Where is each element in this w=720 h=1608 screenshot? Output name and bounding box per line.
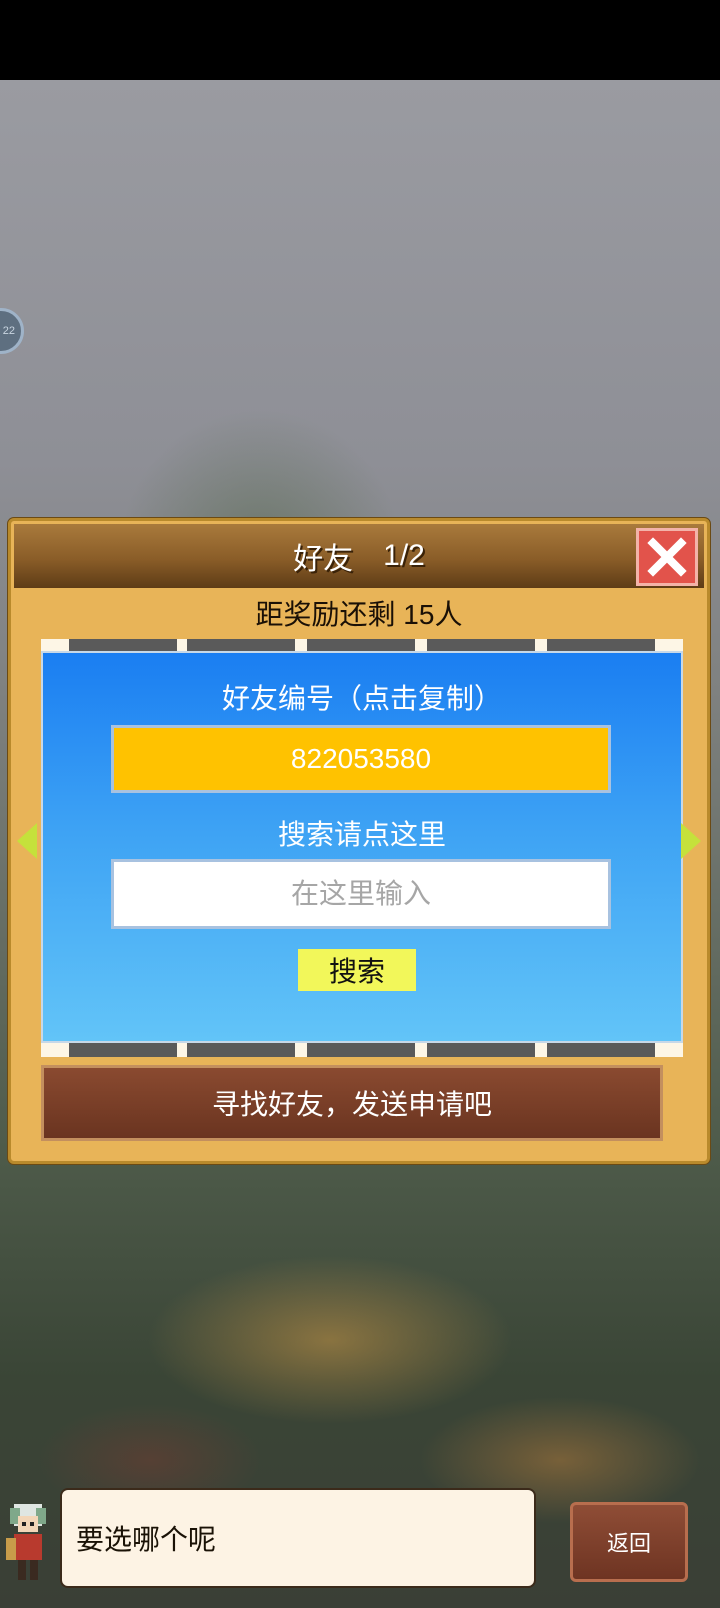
- search-label: 搜索请点这里: [277, 819, 446, 850]
- character-avatar-icon: [6, 1504, 46, 1580]
- back-button[interactable]: 返回: [570, 1502, 688, 1582]
- friend-id-label: 好友编号（点击复制）: [221, 683, 502, 714]
- arrow-right-icon[interactable]: [681, 823, 701, 859]
- friend-id-field[interactable]: 822053580: [111, 725, 611, 793]
- tab-slot: [69, 1043, 177, 1057]
- tab-slot: [187, 1043, 295, 1057]
- friend-search-box: 好友编号（点击复制） 822053580 搜索请点这里 搜索: [41, 651, 683, 1043]
- dialog-box: 要选哪个呢: [60, 1488, 536, 1588]
- close-button[interactable]: [636, 528, 698, 586]
- panel-title-bar: 好友 1/2: [14, 524, 704, 588]
- search-button[interactable]: 搜索: [298, 949, 416, 991]
- bottom-tab-strip: [41, 1043, 683, 1057]
- tab-slot: [427, 1043, 535, 1057]
- friends-panel: 好友 1/2 距奖励还剩 15人 好友编号（点击复制） 822053580 搜索…: [8, 518, 710, 1164]
- status-bar: [0, 0, 720, 80]
- side-indicator-value: 22: [2, 325, 15, 337]
- panel-title: 好友: [293, 543, 354, 576]
- search-input[interactable]: [111, 859, 611, 929]
- friend-id-value: 822053580: [290, 743, 432, 774]
- tab-slot: [547, 1043, 655, 1057]
- page-indicator: 1/2: [383, 539, 425, 572]
- dialog-message: 要选哪个呢: [76, 1524, 217, 1555]
- reward-progress-text: 距奖励还剩 15人: [255, 599, 463, 630]
- tab-slot: [307, 1043, 415, 1057]
- arrow-left-icon[interactable]: [17, 823, 37, 859]
- info-text: 寻找好友，发送申请吧: [211, 1089, 492, 1120]
- info-bar: 寻找好友，发送申请吧: [41, 1065, 663, 1141]
- close-icon: [647, 537, 687, 577]
